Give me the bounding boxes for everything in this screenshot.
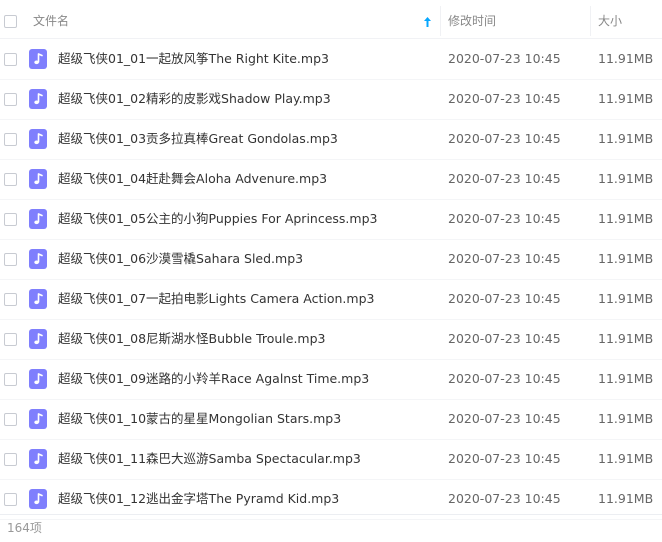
file-row[interactable]: 超级飞侠01_11森巴大巡游Samba Spectacular.mp3 2020-… <box>0 439 662 480</box>
file-modified-time: 2020-07-23 10:45 <box>448 211 561 226</box>
column-separator[interactable] <box>440 6 441 36</box>
file-list-header: 文件名 修改时间 大小 <box>0 0 662 39</box>
file-row[interactable]: 超级飞侠01_09迷路的小羚羊Race Agalnst Time.mp3 2020… <box>0 359 662 400</box>
music-note-icon <box>29 369 47 389</box>
file-size: 11.91MB <box>598 291 654 306</box>
file-size: 11.91MB <box>598 51 654 66</box>
file-name[interactable]: 超级飞侠01_06沙漠雪橇Sahara Sled.mp3 <box>58 239 303 279</box>
file-row[interactable]: 超级飞侠01_05公主的小狗Puppies For Aprincess.mp3 2… <box>0 199 662 240</box>
item-count: 164项 <box>7 521 42 535</box>
file-size: 11.91MB <box>598 171 654 186</box>
column-header-modified-time[interactable]: 修改时间 <box>448 0 496 38</box>
row-checkbox[interactable] <box>4 373 17 386</box>
music-note-icon <box>29 289 47 309</box>
column-header-name[interactable]: 文件名 <box>33 0 69 38</box>
file-size: 11.91MB <box>598 251 654 266</box>
music-note-icon <box>29 129 47 149</box>
row-checkbox[interactable] <box>4 293 17 306</box>
file-row[interactable]: 超级飞侠01_04赶赴舞会Aloha Advenure.mp3 2020-07-2… <box>0 159 662 200</box>
file-name[interactable]: 超级飞侠01_12逃出金字塔The Pyramd Kid.mp3 <box>58 479 339 519</box>
row-checkbox[interactable] <box>4 413 17 426</box>
music-note-icon <box>29 249 47 269</box>
file-modified-time: 2020-07-23 10:45 <box>448 291 561 306</box>
music-note-icon <box>29 449 47 469</box>
file-name[interactable]: 超级飞侠01_09迷路的小羚羊Race Agalnst Time.mp3 <box>58 359 369 399</box>
row-checkbox[interactable] <box>4 333 17 346</box>
file-modified-time: 2020-07-23 10:45 <box>448 331 561 346</box>
music-note-icon <box>29 169 47 189</box>
file-size: 11.91MB <box>598 451 654 466</box>
music-note-icon <box>29 489 47 509</box>
file-modified-time: 2020-07-23 10:45 <box>448 411 561 426</box>
file-size: 11.91MB <box>598 131 654 146</box>
file-row[interactable]: 超级飞侠01_01一起放风筝The Right Kite.mp3 2020-07-… <box>0 39 662 80</box>
row-checkbox[interactable] <box>4 173 17 186</box>
file-size: 11.91MB <box>598 331 654 346</box>
file-modified-time: 2020-07-23 10:45 <box>448 51 561 66</box>
file-name[interactable]: 超级飞侠01_03贡多拉真棒Great Gondolas.mp3 <box>58 119 338 159</box>
file-size: 11.91MB <box>598 371 654 386</box>
file-modified-time: 2020-07-23 10:45 <box>448 491 561 506</box>
column-separator[interactable] <box>590 6 591 36</box>
file-name[interactable]: 超级飞侠01_10蒙古的星星Mongolian Stars.mp3 <box>58 399 341 439</box>
row-checkbox[interactable] <box>4 53 17 66</box>
status-bar: 164项 <box>0 514 662 542</box>
music-note-icon <box>29 329 47 349</box>
file-name[interactable]: 超级飞侠01_04赶赴舞会Aloha Advenure.mp3 <box>58 159 327 199</box>
music-note-icon <box>29 209 47 229</box>
file-modified-time: 2020-07-23 10:45 <box>448 91 561 106</box>
file-name[interactable]: 超级飞侠01_01一起放风筝The Right Kite.mp3 <box>58 39 329 79</box>
row-checkbox[interactable] <box>4 253 17 266</box>
file-size: 11.91MB <box>598 211 654 226</box>
file-name[interactable]: 超级飞侠01_07一起拍电影Lights Camera Action.mp3 <box>58 279 374 319</box>
file-modified-time: 2020-07-23 10:45 <box>448 371 561 386</box>
row-checkbox[interactable] <box>4 133 17 146</box>
file-name[interactable]: 超级飞侠01_11森巴大巡游Samba Spectacular.mp3 <box>58 439 361 479</box>
sort-ascending-icon[interactable] <box>423 16 432 28</box>
file-modified-time: 2020-07-23 10:45 <box>448 131 561 146</box>
file-row[interactable]: 超级飞侠01_08尼斯湖水怪Bubble Troule.mp3 2020-07-2… <box>0 319 662 360</box>
row-checkbox[interactable] <box>4 453 17 466</box>
file-size: 11.91MB <box>598 491 654 506</box>
file-row[interactable]: 超级飞侠01_07一起拍电影Lights Camera Action.mp3 20… <box>0 279 662 320</box>
file-list: 文件名 修改时间 大小 超级飞侠01_01一起放风筝The Right Kite… <box>0 0 662 541</box>
file-name[interactable]: 超级飞侠01_08尼斯湖水怪Bubble Troule.mp3 <box>58 319 326 359</box>
row-checkbox[interactable] <box>4 493 17 506</box>
file-name[interactable]: 超级飞侠01_05公主的小狗Puppies For Aprincess.mp3 <box>58 199 377 239</box>
select-all-checkbox[interactable] <box>4 15 17 28</box>
column-header-size[interactable]: 大小 <box>598 0 622 38</box>
file-size: 11.91MB <box>598 91 654 106</box>
row-checkbox[interactable] <box>4 213 17 226</box>
row-checkbox[interactable] <box>4 93 17 106</box>
music-note-icon <box>29 409 47 429</box>
file-modified-time: 2020-07-23 10:45 <box>448 451 561 466</box>
file-row[interactable]: 超级飞侠01_03贡多拉真棒Great Gondolas.mp3 2020-07-… <box>0 119 662 160</box>
music-note-icon <box>29 49 47 69</box>
file-modified-time: 2020-07-23 10:45 <box>448 251 561 266</box>
file-row[interactable]: 超级飞侠01_02精彩的皮影戏Shadow Play.mp3 2020-07-23… <box>0 79 662 120</box>
file-row[interactable]: 超级飞侠01_10蒙古的星星Mongolian Stars.mp3 2020-07… <box>0 399 662 440</box>
music-note-icon <box>29 89 47 109</box>
file-name[interactable]: 超级飞侠01_02精彩的皮影戏Shadow Play.mp3 <box>58 79 331 119</box>
file-row[interactable]: 超级飞侠01_06沙漠雪橇Sahara Sled.mp3 2020-07-23 1… <box>0 239 662 280</box>
file-size: 11.91MB <box>598 411 654 426</box>
file-modified-time: 2020-07-23 10:45 <box>448 171 561 186</box>
